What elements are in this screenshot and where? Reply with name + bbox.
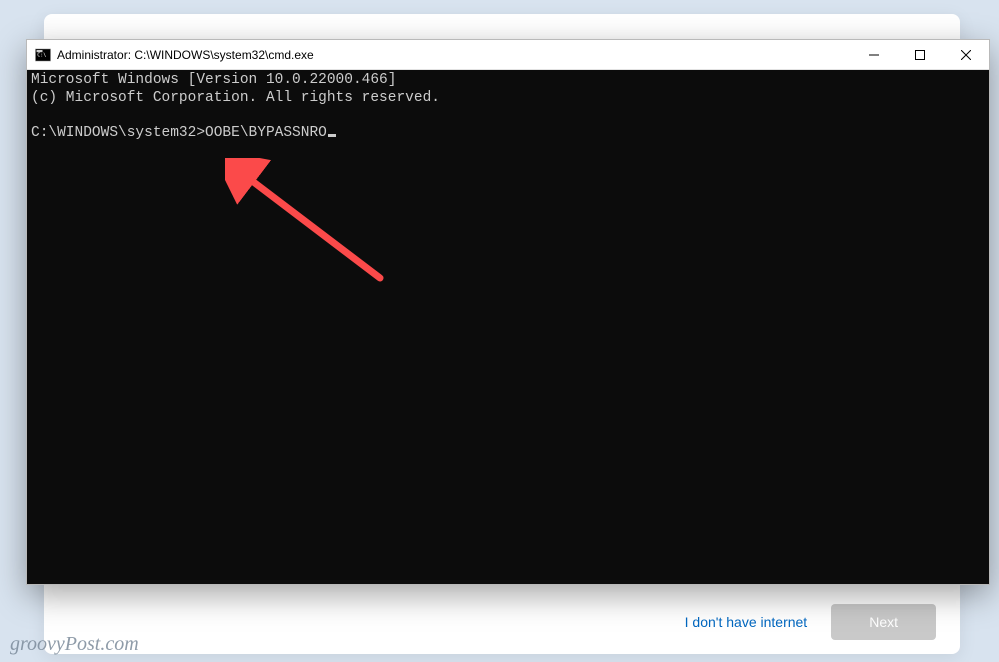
svg-text:C:\: C:\ (37, 52, 46, 58)
no-internet-link[interactable]: I don't have internet (685, 614, 808, 630)
cursor-icon (328, 134, 336, 137)
oobe-footer: I don't have internet Next (685, 604, 936, 640)
title-bar[interactable]: C:\ Administrator: C:\WINDOWS\system32\c… (27, 40, 989, 70)
cmd-icon: C:\ (35, 47, 51, 63)
console-area[interactable]: Microsoft Windows [Version 10.0.22000.46… (27, 70, 989, 584)
console-command: OOBE\BYPASSNRO (205, 125, 327, 141)
close-button[interactable] (943, 40, 989, 69)
window-title: Administrator: C:\WINDOWS\system32\cmd.e… (57, 48, 851, 62)
next-button[interactable]: Next (831, 604, 936, 640)
cmd-window: C:\ Administrator: C:\WINDOWS\system32\c… (26, 39, 990, 585)
console-prompt: C:\WINDOWS\system32> (31, 125, 205, 141)
console-line-1: Microsoft Windows [Version 10.0.22000.46… (31, 72, 396, 88)
console-line-2: (c) Microsoft Corporation. All rights re… (31, 90, 440, 106)
maximize-button[interactable] (897, 40, 943, 69)
minimize-button[interactable] (851, 40, 897, 69)
watermark: groovyPost.com (10, 633, 139, 656)
window-controls (851, 40, 989, 69)
